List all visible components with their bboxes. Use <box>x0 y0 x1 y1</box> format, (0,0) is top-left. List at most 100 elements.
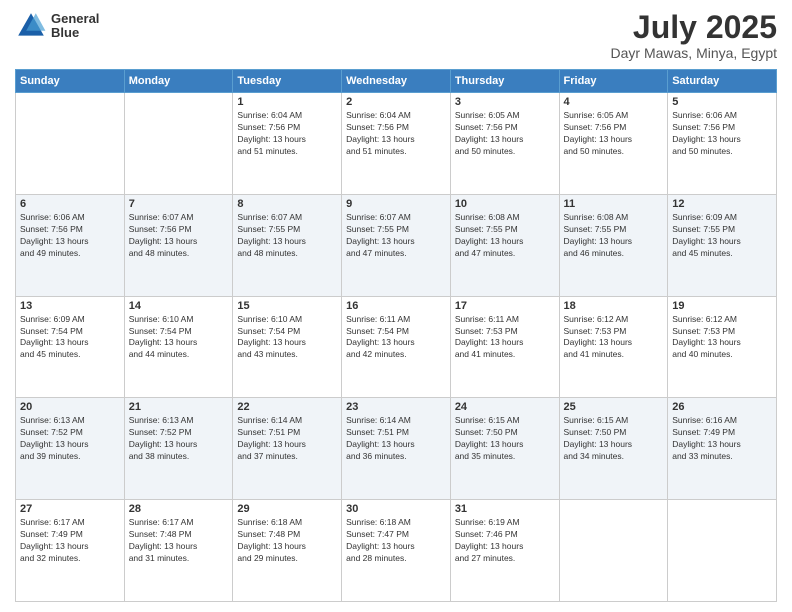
day-number: 3 <box>455 96 555 108</box>
day-number: 21 <box>129 401 229 413</box>
header-row: SundayMondayTuesdayWednesdayThursdayFrid… <box>16 70 777 93</box>
calendar-cell: 14 Sunrise: 6:10 AM Sunset: 7:54 PM Dayli… <box>124 296 233 398</box>
day-info: Sunrise: 6:13 AM Sunset: 7:52 PM Dayligh… <box>129 415 229 463</box>
day-number: 13 <box>20 300 120 312</box>
day-info: Sunrise: 6:14 AM Sunset: 7:51 PM Dayligh… <box>237 415 337 463</box>
col-header-saturday: Saturday <box>668 70 777 93</box>
calendar-cell: 8Sunrise: 6:07 AM Sunset: 7:55 PM Daylig… <box>233 194 342 296</box>
logo-text: General Blue <box>51 12 99 41</box>
col-header-wednesday: Wednesday <box>342 70 451 93</box>
day-info: Sunrise: 6:05 AM Sunset: 7:56 PM Dayligh… <box>455 110 555 158</box>
day-number: 5 <box>672 96 772 108</box>
day-info: Sunrise: 6:06 AM Sunset: 7:56 PM Dayligh… <box>672 110 772 158</box>
calendar-cell: 26 Sunrise: 6:16 AM Sunset: 7:49 PM Dayli… <box>668 398 777 500</box>
calendar-cell: 2 Sunrise: 6:04 AM Sunset: 7:56 PM Daylig… <box>342 93 451 195</box>
calendar-cell: 4Sunrise: 6:05 AM Sunset: 7:56 PM Daylig… <box>559 93 668 195</box>
day-number: 2 <box>346 96 446 108</box>
week-row-3: 13 Sunrise: 6:09 AM Sunset: 7:54 PM Dayli… <box>16 296 777 398</box>
calendar-cell <box>124 93 233 195</box>
day-info: Sunrise: 6:06 AM Sunset: 7:56 PM Dayligh… <box>20 212 120 260</box>
calendar-cell: 28 Sunrise: 6:17 AM Sunset: 7:48 PM Dayli… <box>124 500 233 602</box>
day-number: 11 <box>564 198 664 210</box>
calendar-cell: 23Sunrise: 6:14 AM Sunset: 7:51 PM Dayli… <box>342 398 451 500</box>
day-number: 12 <box>672 198 772 210</box>
col-header-friday: Friday <box>559 70 668 93</box>
calendar-cell: 17 Sunrise: 6:11 AM Sunset: 7:53 PM Dayli… <box>450 296 559 398</box>
day-info: Sunrise: 6:08 AM Sunset: 7:55 PM Dayligh… <box>564 212 664 260</box>
calendar-cell: 12 Sunrise: 6:09 AM Sunset: 7:55 PM Dayli… <box>668 194 777 296</box>
calendar-cell <box>16 93 125 195</box>
day-number: 27 <box>20 503 120 515</box>
calendar-cell: 3 Sunrise: 6:05 AM Sunset: 7:56 PM Daylig… <box>450 93 559 195</box>
calendar-cell: 25 Sunrise: 6:15 AM Sunset: 7:50 PM Dayli… <box>559 398 668 500</box>
day-number: 14 <box>129 300 229 312</box>
calendar-cell: 9 Sunrise: 6:07 AM Sunset: 7:55 PM Daylig… <box>342 194 451 296</box>
calendar-cell <box>668 500 777 602</box>
day-info: Sunrise: 6:13 AM Sunset: 7:52 PM Dayligh… <box>20 415 120 463</box>
calendar-cell: 27 Sunrise: 6:17 AM Sunset: 7:49 PM Dayli… <box>16 500 125 602</box>
day-number: 1 <box>237 96 337 108</box>
day-number: 24 <box>455 401 555 413</box>
day-info: Sunrise: 6:08 AM Sunset: 7:55 PM Dayligh… <box>455 212 555 260</box>
day-number: 18 <box>564 300 664 312</box>
day-info: Sunrise: 6:09 AM Sunset: 7:55 PM Dayligh… <box>672 212 772 260</box>
week-row-4: 20 Sunrise: 6:13 AM Sunset: 7:52 PM Dayli… <box>16 398 777 500</box>
logo: General Blue <box>15 10 99 42</box>
day-number: 29 <box>237 503 337 515</box>
calendar-cell: 6 Sunrise: 6:06 AM Sunset: 7:56 PM Daylig… <box>16 194 125 296</box>
col-header-thursday: Thursday <box>450 70 559 93</box>
day-info: Sunrise: 6:18 AM Sunset: 7:47 PM Dayligh… <box>346 517 446 565</box>
month-title: July 2025 <box>611 10 778 45</box>
day-info: Sunrise: 6:07 AM Sunset: 7:55 PM Dayligh… <box>237 212 337 260</box>
day-number: 6 <box>20 198 120 210</box>
day-number: 9 <box>346 198 446 210</box>
day-number: 26 <box>672 401 772 413</box>
day-number: 15 <box>237 300 337 312</box>
day-number: 22 <box>237 401 337 413</box>
header: General Blue July 2025 Dayr Mawas, Minya… <box>15 10 777 61</box>
day-info: Sunrise: 6:17 AM Sunset: 7:49 PM Dayligh… <box>20 517 120 565</box>
day-number: 19 <box>672 300 772 312</box>
day-info: Sunrise: 6:12 AM Sunset: 7:53 PM Dayligh… <box>672 314 772 362</box>
day-number: 20 <box>20 401 120 413</box>
day-info: Sunrise: 6:11 AM Sunset: 7:54 PM Dayligh… <box>346 314 446 362</box>
calendar-cell: 7 Sunrise: 6:07 AM Sunset: 7:56 PM Daylig… <box>124 194 233 296</box>
day-number: 10 <box>455 198 555 210</box>
day-info: Sunrise: 6:16 AM Sunset: 7:49 PM Dayligh… <box>672 415 772 463</box>
day-number: 25 <box>564 401 664 413</box>
day-info: Sunrise: 6:07 AM Sunset: 7:56 PM Dayligh… <box>129 212 229 260</box>
week-row-2: 6 Sunrise: 6:06 AM Sunset: 7:56 PM Daylig… <box>16 194 777 296</box>
calendar-cell <box>559 500 668 602</box>
calendar-cell: 29Sunrise: 6:18 AM Sunset: 7:48 PM Dayli… <box>233 500 342 602</box>
week-row-1: 1 Sunrise: 6:04 AM Sunset: 7:56 PM Daylig… <box>16 93 777 195</box>
day-number: 28 <box>129 503 229 515</box>
logo-line1: General <box>51 12 99 26</box>
day-info: Sunrise: 6:09 AM Sunset: 7:54 PM Dayligh… <box>20 314 120 362</box>
day-info: Sunrise: 6:04 AM Sunset: 7:56 PM Dayligh… <box>346 110 446 158</box>
day-number: 31 <box>455 503 555 515</box>
calendar-cell: 21 Sunrise: 6:13 AM Sunset: 7:52 PM Dayli… <box>124 398 233 500</box>
col-header-monday: Monday <box>124 70 233 93</box>
calendar-cell: 22 Sunrise: 6:14 AM Sunset: 7:51 PM Dayli… <box>233 398 342 500</box>
day-number: 7 <box>129 198 229 210</box>
page: General Blue July 2025 Dayr Mawas, Minya… <box>0 0 792 612</box>
day-info: Sunrise: 6:17 AM Sunset: 7:48 PM Dayligh… <box>129 517 229 565</box>
day-number: 17 <box>455 300 555 312</box>
calendar-cell: 19 Sunrise: 6:12 AM Sunset: 7:53 PM Dayli… <box>668 296 777 398</box>
day-info: Sunrise: 6:04 AM Sunset: 7:56 PM Dayligh… <box>237 110 337 158</box>
day-number: 16 <box>346 300 446 312</box>
title-section: July 2025 Dayr Mawas, Minya, Egypt <box>611 10 778 61</box>
calendar-cell: 30 Sunrise: 6:18 AM Sunset: 7:47 PM Dayli… <box>342 500 451 602</box>
calendar-cell: 31 Sunrise: 6:19 AM Sunset: 7:46 PM Dayli… <box>450 500 559 602</box>
day-info: Sunrise: 6:10 AM Sunset: 7:54 PM Dayligh… <box>129 314 229 362</box>
calendar-cell: 18Sunrise: 6:12 AM Sunset: 7:53 PM Dayli… <box>559 296 668 398</box>
calendar-table: SundayMondayTuesdayWednesdayThursdayFrid… <box>15 69 777 602</box>
day-info: Sunrise: 6:07 AM Sunset: 7:55 PM Dayligh… <box>346 212 446 260</box>
day-info: Sunrise: 6:19 AM Sunset: 7:46 PM Dayligh… <box>455 517 555 565</box>
logo-line2: Blue <box>51 26 99 40</box>
day-info: Sunrise: 6:15 AM Sunset: 7:50 PM Dayligh… <box>564 415 664 463</box>
day-number: 30 <box>346 503 446 515</box>
day-info: Sunrise: 6:11 AM Sunset: 7:53 PM Dayligh… <box>455 314 555 362</box>
day-info: Sunrise: 6:10 AM Sunset: 7:54 PM Dayligh… <box>237 314 337 362</box>
calendar-cell: 1 Sunrise: 6:04 AM Sunset: 7:56 PM Daylig… <box>233 93 342 195</box>
